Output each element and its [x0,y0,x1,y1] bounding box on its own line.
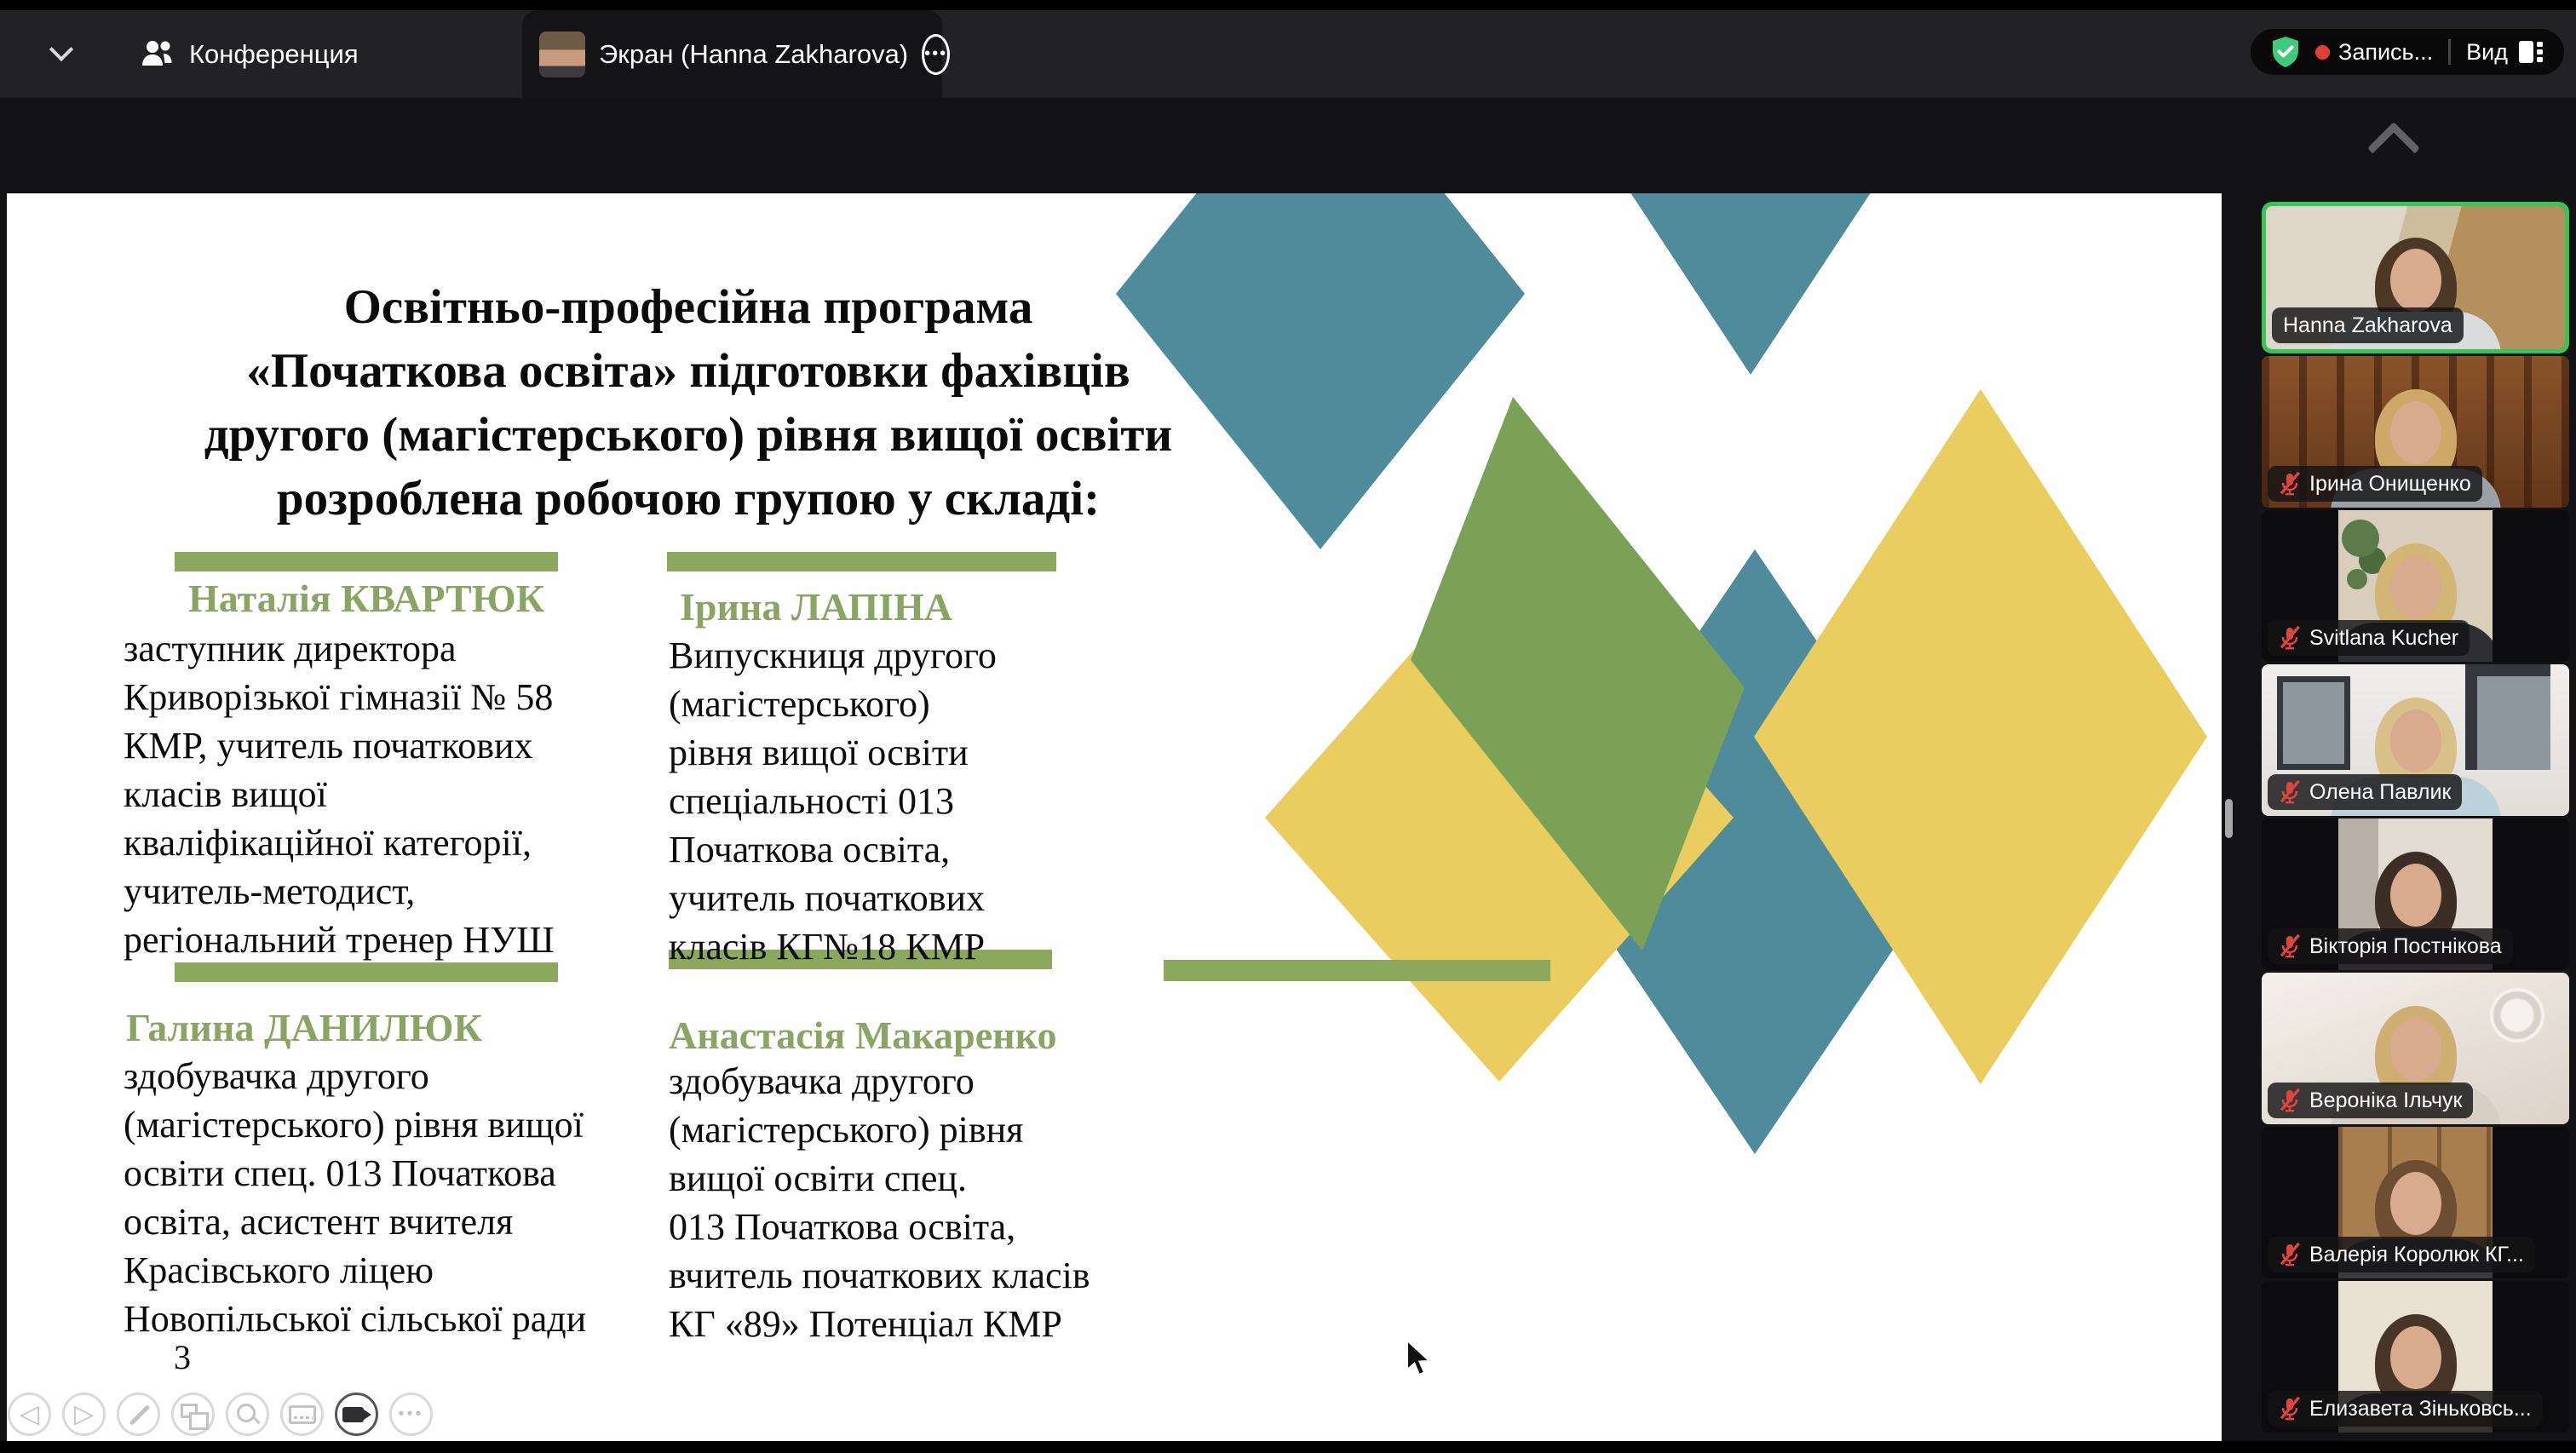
mic-muted-icon [2279,1243,2301,1266]
collapse-videos-chevron-icon[interactable] [2367,122,2420,175]
more-button[interactable] [389,1393,433,1436]
zoom-icon [235,1402,261,1427]
participant-name: Hanna Zakharova [2283,313,2452,338]
prev-icon [20,1399,39,1429]
view-layout-icon [2518,39,2544,65]
participant-name: Валерія Королюк КГ... [2309,1243,2524,1267]
participant-name: Вікторія Постнікова [2309,934,2502,959]
person-face [2390,1172,2441,1235]
notes-button[interactable] [280,1393,324,1436]
notes-icon [289,1405,316,1424]
participant-name: Вероніка Ільчук [2309,1088,2462,1113]
slide-title: Освітньо-професійна програма «Початкова … [75,275,1302,531]
tab-conference-label: Конференция [189,39,359,70]
next-icon [74,1399,94,1429]
accent-bar [175,962,558,982]
participant-tile[interactable]: Вероніка Ільчук [2262,973,2569,1124]
security-shield-icon[interactable] [2271,36,2300,68]
window-top-strip [0,0,2576,10]
participant-nameplate: Олена Павлик [2268,774,2462,810]
slides-button[interactable] [171,1393,215,1436]
participant-tile[interactable]: Svitlana Kucher [2262,510,2569,662]
divider [2448,39,2451,65]
member-name: Ірина ЛАПІНА [680,585,1072,629]
participant-nameplate: Валерія Королюк КГ... [2268,1237,2535,1272]
member-role: здобувачка другого (магістерського) рівн… [124,1052,669,1343]
participant-nameplate: Ірина Онищенко [2268,466,2482,502]
participants-icon [140,40,174,69]
participant-name: Svitlana Kucher [2309,626,2458,651]
person-face [2390,1018,2441,1081]
person-face [2390,555,2441,618]
mic-muted-icon [2279,934,2301,958]
participant-tile[interactable]: Елизавета Зіньковсь... [2262,1281,2569,1433]
tab-shared-screen-label: Экран (Hanna Zakharova) [599,39,908,70]
participant-tile[interactable]: Hanna Zakharova [2262,202,2569,353]
person-face [2390,1326,2441,1389]
member-name: Анастасія Макаренко [669,1014,1112,1058]
shared-slide: Освітньо-професійна програма «Початкова … [7,193,2222,1441]
bottom-bar [0,1441,2576,1453]
participant-nameplate: Svitlana Kucher [2268,620,2470,656]
slide-page-number: 3 [174,1337,191,1377]
mic-muted-icon [2279,1088,2301,1112]
document-toolbar [7,1393,433,1436]
person-face [2390,401,2441,464]
participants-strip: Hanna Zakharova Ірина Онищенко [2262,202,2569,1435]
participant-nameplate: Вероніка Ільчук [2268,1083,2473,1118]
recording-label: Запись... [2338,39,2433,66]
participant-name: Олена Павлик [2309,780,2451,805]
yellow-diamond-right [1754,389,2207,1084]
member-name: Галина ДАНИЛЮК [126,1006,569,1050]
member-role: Випускниця другого (магістерського) рівн… [669,631,1069,971]
mic-muted-icon [2279,780,2301,804]
mic-muted-icon [2279,626,2301,650]
mouse-cursor [1406,1339,1435,1376]
accent-bar [667,552,1056,571]
annotate-icon [125,1401,152,1428]
participant-nameplate: Hanna Zakharova [2272,307,2464,343]
meeting-controls: Запись... Вид [2251,29,2564,75]
mic-muted-icon [2279,1397,2301,1421]
view-button[interactable]: Вид [2466,39,2544,66]
meeting-window: Конференция Экран (Hanna Zakharova) ••• … [0,0,2576,1453]
tab-conference[interactable]: Конференция [118,10,381,98]
camera-button[interactable] [335,1393,378,1436]
person-face [2390,864,2441,927]
mic-muted-icon [2279,472,2301,496]
participant-nameplate: Вікторія Постнікова [2268,928,2513,964]
participant-tile[interactable]: Вікторія Постнікова [2262,818,2569,970]
view-label: Вид [2466,39,2508,66]
avatar [539,32,585,78]
person-face [2390,709,2441,772]
recording-dot-icon [2315,45,2330,60]
participant-nameplate: Елизавета Зіньковсь... [2268,1391,2543,1427]
more-icon [398,1404,423,1424]
person-face [2390,249,2441,312]
member-role: здобувачка другого (магістерського) рівн… [669,1057,1197,1348]
tab-shared-screen[interactable]: Экран (Hanna Zakharova) ••• [522,10,942,98]
camera-icon [342,1407,364,1422]
tab-more-icon[interactable]: ••• [922,34,950,75]
participant-tile[interactable]: Олена Павлик [2262,664,2569,816]
participant-tile[interactable]: Ірина Онищенко [2262,356,2569,508]
accent-bar [175,552,558,571]
teal-diamond-top [1619,193,1883,375]
recording-indicator[interactable]: Запись... [2315,39,2433,66]
participant-name: Елизавета Зіньковсь... [2309,1397,2532,1421]
annotate-button[interactable] [117,1393,160,1436]
member-name: Наталія КВАРТЮК [175,577,558,621]
top-bar: Конференция Экран (Hanna Zakharova) ••• … [0,0,2576,98]
zoom-button[interactable] [226,1393,269,1436]
prev-button[interactable] [8,1393,51,1436]
participant-name: Ірина Онищенко [2309,472,2471,497]
accent-bar-long [1164,960,1550,981]
participant-tile[interactable]: Валерія Королюк КГ... [2262,1127,2569,1278]
sidebar-scrollbar[interactable] [2225,799,2233,838]
slides-icon [181,1404,198,1418]
next-button[interactable] [62,1393,106,1436]
member-role: заступник директора Криворізької гімназі… [124,624,652,964]
collapse-window-chevron-icon[interactable] [49,37,73,61]
